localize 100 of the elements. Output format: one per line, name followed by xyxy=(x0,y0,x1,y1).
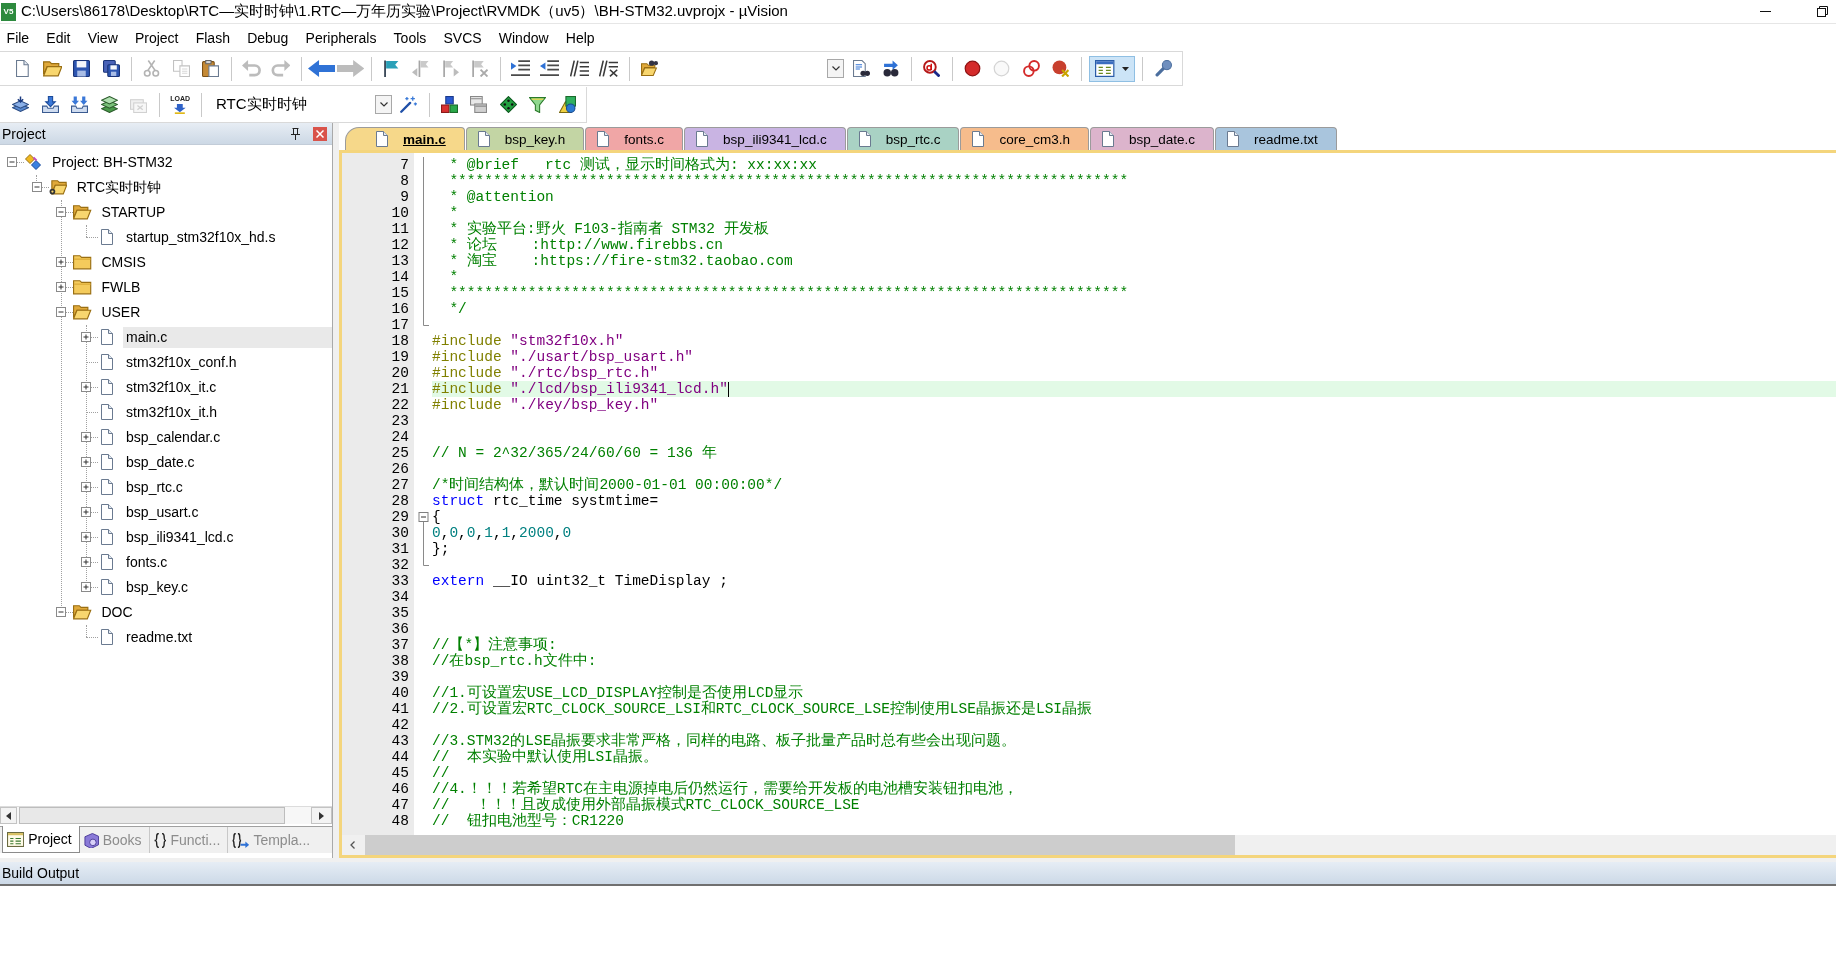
magic-wand-icon xyxy=(400,96,418,113)
uncomment-lines-icon xyxy=(599,60,619,77)
page-icon xyxy=(1227,131,1240,147)
plus-box-icon[interactable] xyxy=(56,282,67,292)
code-line: //在bsp_rtc.h文件中: xyxy=(432,653,597,669)
editor-tab[interactable]: bsp_key.h xyxy=(465,127,585,150)
open-folder-icon xyxy=(73,304,92,320)
menu-item[interactable]: Window xyxy=(490,26,558,49)
plus-box-icon[interactable] xyxy=(81,332,92,342)
menu-item[interactable]: Peripherals xyxy=(297,26,385,49)
menu-item[interactable]: Project xyxy=(126,26,188,49)
tree-item[interactable]: STARTUP xyxy=(98,201,169,223)
panel-tab[interactable]: Project xyxy=(2,826,80,853)
fold-bracket xyxy=(423,521,430,566)
line-number: 25 xyxy=(391,445,409,461)
app-logo: V5 xyxy=(1,2,16,21)
tree-item[interactable]: Project: BH-STM32 xyxy=(49,151,176,173)
line-number: 30 xyxy=(391,525,409,541)
tray-double-arrow-icon xyxy=(71,96,89,113)
line-number: 36 xyxy=(391,621,409,637)
plus-box-icon[interactable] xyxy=(81,457,92,467)
tree-item[interactable]: bsp_date.c xyxy=(123,451,198,473)
tree-item[interactable]: USER xyxy=(98,301,144,323)
tree-item[interactable]: stm32f10x_conf.h xyxy=(123,351,240,373)
tree-item[interactable]: DOC xyxy=(98,601,136,623)
plus-box-icon[interactable] xyxy=(81,382,92,392)
plus-box-icon[interactable] xyxy=(81,582,92,592)
dropdown[interactable] xyxy=(827,57,844,80)
indent-icon xyxy=(510,60,530,77)
line-number: 48 xyxy=(391,813,409,829)
tree-item[interactable]: startup_stm32f10x_hd.s xyxy=(123,226,279,248)
folder-binoculars-icon xyxy=(640,60,658,77)
flag-icon xyxy=(383,60,399,77)
editor-tab[interactable]: fonts.c xyxy=(585,127,684,150)
plus-box-icon[interactable] xyxy=(81,507,92,517)
minus-box-icon[interactable] xyxy=(56,307,67,317)
code-line: */ xyxy=(448,301,467,317)
tree-item[interactable]: FWLB xyxy=(98,276,144,298)
plus-box-icon[interactable] xyxy=(56,257,67,267)
tree-item[interactable]: bsp_ili9341_lcd.c xyxy=(123,526,237,548)
menu-item[interactable]: File xyxy=(0,26,38,49)
editor-tab[interactable]: main.c xyxy=(345,127,465,150)
minus-box-icon[interactable] xyxy=(56,607,67,617)
tree-item[interactable]: bsp_usart.c xyxy=(123,501,202,523)
folder-gear-icon xyxy=(48,179,67,195)
plus-box-icon[interactable] xyxy=(81,532,92,542)
close-icon xyxy=(316,129,324,138)
editor-tab[interactable]: bsp_rtc.c xyxy=(846,127,960,150)
minus-box-icon[interactable] xyxy=(31,182,42,192)
minus-box-icon[interactable] xyxy=(56,207,67,217)
plus-box-icon[interactable] xyxy=(81,482,92,492)
menu-item[interactable]: Help xyxy=(557,26,604,49)
editor-tab[interactable]: readme.txt xyxy=(1215,127,1337,150)
scroll-thumb[interactable] xyxy=(365,835,1235,855)
pin-icon[interactable] xyxy=(291,127,300,140)
diamond-icon xyxy=(499,96,517,113)
tree-item[interactable]: stm32f10x_it.h xyxy=(123,401,221,423)
page-icon xyxy=(16,60,30,77)
tree-item[interactable]: bsp_calendar.c xyxy=(123,426,224,448)
minus-box-icon[interactable] xyxy=(418,512,429,522)
page-icon xyxy=(101,454,114,470)
scroll-right-button[interactable] xyxy=(311,807,332,824)
tree-item[interactable]: fonts.c xyxy=(123,551,171,573)
line-number: 35 xyxy=(391,605,409,621)
magnifier-icon xyxy=(923,60,941,77)
editor-tab[interactable]: bsp_date.c xyxy=(1090,127,1215,150)
tree-item[interactable]: stm32f10x_it.c xyxy=(123,376,220,398)
menu-item[interactable]: Flash xyxy=(187,26,239,49)
menu-item[interactable]: View xyxy=(79,26,127,49)
code-line: * @attention xyxy=(448,189,554,205)
redo-arrow-icon xyxy=(271,60,291,77)
minimize-icon xyxy=(1759,11,1771,12)
tree-item[interactable]: bsp_key.c xyxy=(123,576,192,598)
tree-item[interactable]: bsp_rtc.c xyxy=(123,476,186,498)
code-line: //【*】注意事项: xyxy=(432,637,557,653)
line-number: 26 xyxy=(391,461,409,477)
menu-item[interactable]: Edit xyxy=(37,26,80,49)
scroll-thumb[interactable] xyxy=(19,807,285,824)
code-line: // 钮扣电池型号：CR1220 xyxy=(432,813,624,829)
toolbar-button[interactable] xyxy=(1089,55,1135,82)
menu-item[interactable]: SVCS xyxy=(434,26,491,49)
floppy-disks-icon xyxy=(102,60,120,77)
left-triangle-icon xyxy=(6,811,11,820)
minus-box-icon[interactable] xyxy=(7,157,17,167)
tree-item[interactable]: readme.txt xyxy=(123,626,196,648)
editor-tab[interactable]: core_cm3.h xyxy=(960,127,1089,150)
editor-tab[interactable]: bsp_ili9341_lcd.c xyxy=(684,127,846,150)
menu-item[interactable]: Tools xyxy=(385,26,435,49)
line-number: 8 xyxy=(400,173,409,189)
tree-item[interactable]: CMSIS xyxy=(98,251,149,273)
close-button[interactable] xyxy=(313,126,327,141)
tree-item[interactable]: main.c xyxy=(123,326,332,348)
plus-box-icon[interactable] xyxy=(81,432,92,442)
right-arrow-icon xyxy=(337,60,365,77)
scroll-left-button[interactable] xyxy=(0,807,17,824)
tree-item[interactable]: RTC实时时钟 xyxy=(73,176,165,198)
page-icon xyxy=(101,329,114,345)
plus-box-icon[interactable] xyxy=(81,557,92,567)
menu-item[interactable]: Debug xyxy=(238,26,297,49)
code-line: // ！！！且改成使用外部晶振模式RTC_CLOCK_SOURCE_LSE xyxy=(432,797,860,813)
